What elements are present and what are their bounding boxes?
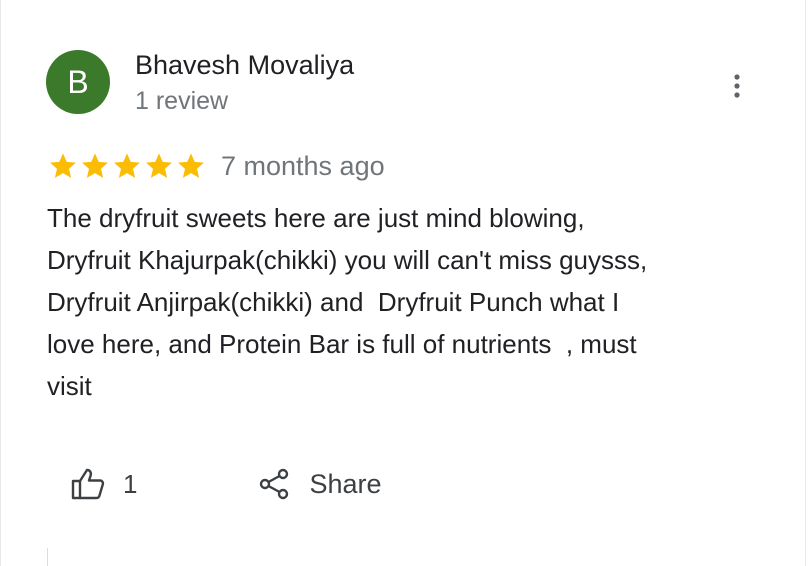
- star-icon: [114, 153, 140, 178]
- star-icon: [146, 153, 172, 178]
- like-button[interactable]: 1: [57, 456, 151, 512]
- share-label: Share: [309, 468, 382, 499]
- review-date: 7 months ago: [221, 150, 385, 181]
- star-icon: [178, 153, 204, 178]
- thumb-up-icon: [71, 468, 105, 500]
- review-text: The dryfruit sweets here are just mind b…: [47, 203, 648, 401]
- share-icon: [260, 468, 289, 500]
- rating-row: 7 months ago: [47, 150, 385, 182]
- share-button[interactable]: Share: [245, 456, 395, 512]
- avatar-initial: B: [67, 64, 89, 100]
- author-review-count: 1 review: [135, 87, 229, 115]
- review-card: B Bhavesh Movaliya 1 review 7 months ago…: [0, 0, 806, 566]
- more-options-button[interactable]: [717, 66, 757, 106]
- author-name[interactable]: Bhavesh Movaliya: [135, 50, 354, 81]
- star-rating: [47, 150, 207, 182]
- star-icon: [50, 153, 76, 178]
- review-actions: 1 Share: [57, 456, 396, 512]
- divider: [47, 548, 48, 566]
- more-vert-icon: [734, 74, 740, 98]
- avatar[interactable]: B: [46, 50, 110, 114]
- like-count: 1: [123, 468, 138, 499]
- star-icon: [82, 153, 108, 178]
